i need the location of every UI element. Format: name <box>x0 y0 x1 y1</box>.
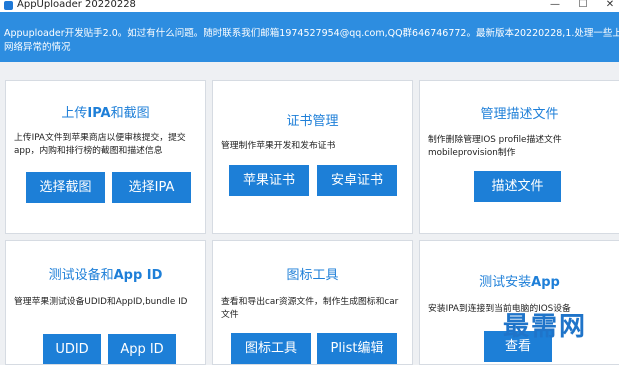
close-button[interactable]: ✕ <box>601 0 619 12</box>
panel-devices-appid: 测试设备和App ID 管理苹果测试设备UDID和AppID,bundle ID… <box>5 240 206 365</box>
apple-certificate-button[interactable]: 苹果证书 <box>229 165 309 196</box>
panel-title: 管理描述文件 <box>480 107 559 122</box>
app-id-button[interactable]: App ID <box>108 334 176 364</box>
select-ipa-button[interactable]: 选择IPA <box>112 172 191 203</box>
select-screenshot-button[interactable]: 选择截图 <box>26 172 105 203</box>
panel-upload-ipa: 上传IPA和截图 上传IPA文件到苹果商店以便审核提交，提交app，内购和排行榜… <box>5 80 206 234</box>
notice-text-line1: Appuploader开发贴手2.0。如过有什么问题。随时联系我们邮箱19745… <box>4 28 619 39</box>
panel-title: 图标工具 <box>286 268 339 283</box>
panel-description: 制作删除管理IOS profile描述文件mobileprovision制作 <box>428 135 562 158</box>
panel-description: 管理苹果测试设备UDID和AppID,bundle ID <box>14 297 188 307</box>
title-bar: AppUploader 20220228 — ☐ ✕ <box>0 0 619 12</box>
panel-title: 证书管理 <box>286 114 339 129</box>
app-icon <box>4 1 13 10</box>
panel-test-install: 测试安装App 安装IPA到连接到当前电脑的IOS设备 查看 <box>419 240 619 365</box>
watermark-logo: 最需网 <box>503 312 588 342</box>
panel-title: 测试安装App <box>479 275 560 290</box>
window-title: AppUploader 20220228 <box>17 0 136 10</box>
panel-certificates: 证书管理 管理制作苹果开发和发布证书 苹果证书 安卓证书 <box>212 80 413 234</box>
panel-description: 管理制作苹果开发和发布证书 <box>221 141 336 151</box>
panel-description: 上传IPA文件到苹果商店以便审核提交，提交app，内购和排行榜的截图和描述信息 <box>14 133 186 156</box>
udid-button[interactable]: UDID <box>43 334 101 364</box>
notice-text-line2: 网络异常的情况 <box>4 42 71 53</box>
minimize-button[interactable]: — <box>546 0 564 12</box>
icon-tool-button[interactable]: 图标工具 <box>231 333 311 364</box>
maximize-button[interactable]: ☐ <box>574 0 592 12</box>
android-certificate-button[interactable]: 安卓证书 <box>317 165 397 196</box>
panel-title: 上传IPA和截图 <box>61 106 150 121</box>
notice-banner: Appuploader开发贴手2.0。如过有什么问题。随时联系我们邮箱19745… <box>0 12 619 62</box>
panel-title: 测试设备和App ID <box>48 268 163 283</box>
panel-description: 查看和导出car资源文件，制作生成图标和car文件 <box>221 297 399 320</box>
panel-profiles: 管理描述文件 制作删除管理IOS profile描述文件mobileprovis… <box>419 80 619 234</box>
profile-button[interactable]: 描述文件 <box>474 171 561 202</box>
plist-editor-button[interactable]: Plist编辑 <box>317 333 397 364</box>
panel-icon-tools: 图标工具 查看和导出car资源文件，制作生成图标和car文件 图标工具 Plis… <box>212 240 413 365</box>
